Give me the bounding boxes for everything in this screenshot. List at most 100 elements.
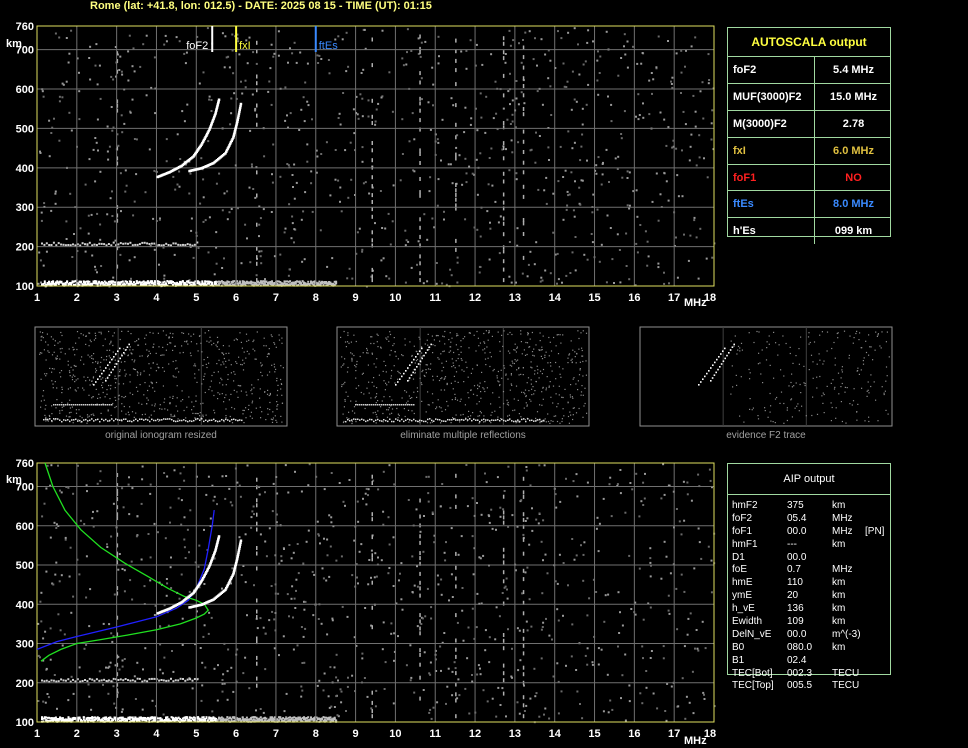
thumb-noise	[197, 350, 199, 352]
thumb-noise	[377, 334, 379, 336]
autoscala-row-value: 6.0 MHz	[814, 137, 892, 164]
thumb-noise	[345, 346, 347, 348]
thumb-noise	[121, 396, 123, 398]
noise-dot	[707, 53, 710, 56]
thumb-noise	[477, 384, 479, 386]
thumb-noise	[769, 364, 771, 366]
thumb-noise	[100, 333, 102, 335]
noise-streak	[419, 261, 421, 266]
noise-dot	[580, 179, 583, 182]
noise-dot	[273, 618, 276, 621]
noise-dot	[484, 629, 487, 632]
noise-dot	[268, 527, 271, 530]
noise-dot	[512, 39, 515, 42]
noise-dot	[429, 176, 432, 179]
thumb-noise	[40, 339, 42, 341]
noise-dot	[111, 640, 114, 643]
thumb-noise	[184, 340, 186, 343]
thumb-noise	[580, 391, 583, 393]
thumb-noise	[45, 404, 47, 406]
thumb-noise	[391, 399, 393, 401]
noise-dot	[300, 490, 303, 493]
noise-dot	[465, 49, 468, 52]
thumb-noise	[210, 380, 212, 382]
noise-dot	[526, 517, 529, 520]
thumb-noise	[476, 394, 478, 397]
noise-dot	[120, 114, 123, 117]
thumb-noise	[181, 332, 183, 334]
thumb-e-echo	[115, 418, 117, 420]
noise-dot	[221, 690, 224, 693]
noise-dot	[271, 510, 274, 513]
noise-dot	[107, 666, 110, 669]
noise-dot	[508, 275, 511, 278]
thumb-noise	[866, 395, 868, 397]
noise-dot	[688, 159, 691, 162]
noise-streak	[419, 498, 421, 503]
noise-dot	[78, 90, 81, 93]
noise-dot	[449, 506, 452, 509]
noise-dot	[265, 555, 268, 558]
noise-dot	[425, 475, 428, 478]
noise-dot	[183, 479, 186, 482]
thumb-noise	[82, 387, 84, 389]
noise-dot	[573, 98, 576, 101]
thumb-noise	[585, 360, 587, 362]
thumb-noise	[413, 412, 415, 415]
thumb-noise	[99, 397, 101, 399]
noise-dot	[313, 573, 316, 576]
noise-streak	[455, 654, 457, 659]
thumb-noise	[493, 368, 495, 371]
noise-dot	[582, 63, 585, 66]
thumb-caption-evidence: evidence F2 trace	[726, 430, 806, 441]
thumb-noise	[367, 352, 369, 354]
noise-dot	[642, 116, 645, 119]
thumb-e-echo	[411, 419, 413, 422]
thumb-noise	[269, 371, 271, 373]
thumb-e-echo	[467, 419, 469, 421]
thumb-noise	[435, 335, 437, 337]
noise-dot	[221, 475, 224, 478]
noise-dot	[49, 536, 52, 539]
e-multiple	[141, 241, 144, 244]
noise-dot	[111, 215, 114, 217]
noise-dot	[464, 157, 467, 160]
thumb-noise	[67, 388, 69, 390]
thumb-noise	[582, 416, 584, 418]
thumb-e-echo	[357, 418, 359, 421]
thumb-noise	[496, 375, 498, 377]
thumb-noise	[350, 400, 352, 402]
thumb-noise	[749, 398, 751, 400]
thumb-noise	[765, 359, 768, 361]
thumb-noise	[555, 378, 557, 380]
thumb-noise	[821, 395, 823, 397]
thumb-noise	[200, 342, 202, 344]
thumb-noise	[280, 365, 282, 367]
noise-dot	[135, 173, 138, 176]
thumb-trace	[724, 357, 726, 360]
thumb-noise	[259, 397, 261, 399]
noise-dot	[85, 555, 88, 558]
thumb-noise	[196, 412, 198, 415]
thumb-noise	[216, 336, 219, 338]
thumb-noise	[393, 365, 395, 367]
noise-dot	[270, 585, 273, 587]
noise-dot	[619, 492, 622, 495]
e-echo	[294, 282, 297, 285]
thumb-noise	[194, 377, 196, 379]
thumb-noise	[208, 362, 210, 364]
thumb-trace	[101, 372, 103, 375]
noise-dot	[55, 527, 58, 529]
noise-dot	[581, 123, 584, 126]
noise-dot	[61, 96, 64, 99]
noise-dot	[264, 540, 267, 543]
noise-dot	[148, 148, 151, 151]
noise-dot	[183, 52, 186, 55]
thumb-noise	[426, 339, 428, 341]
thumb-noise	[450, 382, 452, 384]
thumb-noise	[269, 408, 271, 411]
thumb-noise	[240, 341, 242, 343]
noise-dot	[533, 667, 536, 670]
noise-dot	[164, 34, 167, 37]
thumb-noise	[265, 345, 267, 347]
